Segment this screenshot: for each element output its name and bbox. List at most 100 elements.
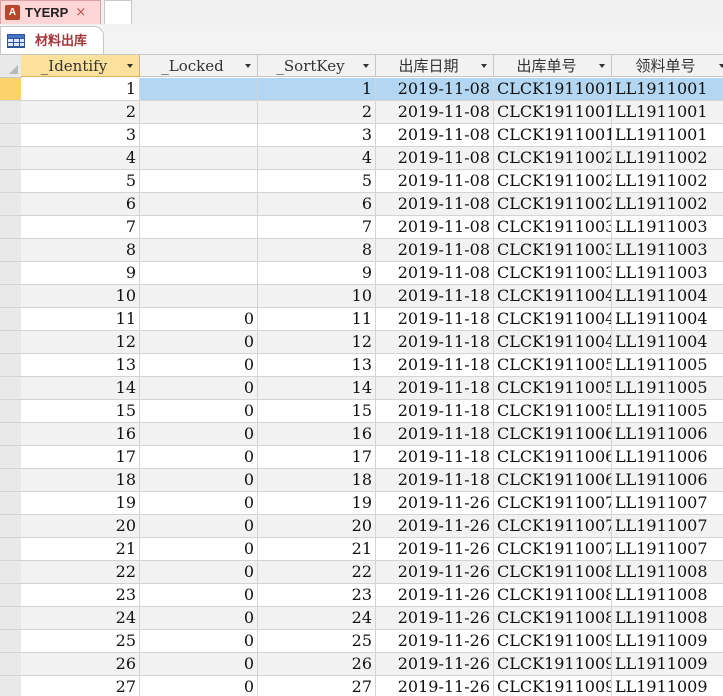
record-selector[interactable]	[0, 584, 22, 607]
table-cell[interactable]: 0	[140, 515, 258, 538]
table-cell[interactable]: 0	[140, 331, 258, 354]
table-cell[interactable]: LL1911006	[612, 423, 723, 446]
table-cell[interactable]: 5	[21, 170, 140, 193]
table-cell[interactable]: 15	[258, 400, 376, 423]
table-cell[interactable]: CLCK1911009	[494, 653, 612, 676]
table-cell[interactable]	[140, 170, 258, 193]
table-row[interactable]: 14 0 14 2019-11-18 CLCK1911005 LL1911005	[0, 377, 723, 400]
record-selector[interactable]	[0, 147, 22, 170]
table-cell[interactable]: CLCK1911007	[494, 538, 612, 561]
table-cell[interactable]: 2019-11-08	[376, 239, 494, 262]
table-cell[interactable]: 7	[258, 216, 376, 239]
table-cell[interactable]: 6	[21, 193, 140, 216]
table-cell[interactable]: 0	[140, 469, 258, 492]
table-row[interactable]: 18 0 18 2019-11-18 CLCK1911006 LL1911006	[0, 469, 723, 492]
record-selector[interactable]	[0, 515, 22, 538]
table-cell[interactable]: 2019-11-08	[376, 124, 494, 147]
table-cell[interactable]	[140, 101, 258, 124]
table-row[interactable]: 15 0 15 2019-11-18 CLCK1911005 LL1911005	[0, 400, 723, 423]
table-cell[interactable]: CLCK1911006	[494, 423, 612, 446]
table-cell[interactable]: 0	[140, 653, 258, 676]
filter-dropdown-icon[interactable]	[481, 64, 487, 68]
table-cell[interactable]: LL1911008	[612, 607, 723, 630]
table-cell[interactable]: LL1911001	[612, 78, 723, 101]
table-cell[interactable]: 17	[21, 446, 140, 469]
table-cell[interactable]: 20	[21, 515, 140, 538]
table-cell[interactable]: 27	[21, 676, 140, 696]
table-cell[interactable]: 23	[258, 584, 376, 607]
table-cell[interactable]: CLCK1911003	[494, 216, 612, 239]
table-cell[interactable]: 0	[140, 446, 258, 469]
table-cell[interactable]: 0	[140, 492, 258, 515]
table-row[interactable]: 25 0 25 2019-11-26 CLCK1911009 LL1911009	[0, 630, 723, 653]
table-row[interactable]: 17 0 17 2019-11-18 CLCK1911006 LL1911006	[0, 446, 723, 469]
table-row[interactable]: 10 10 2019-11-18 CLCK1911004 LL1911004	[0, 285, 723, 308]
table-cell[interactable]: CLCK1911002	[494, 193, 612, 216]
table-cell[interactable]: LL1911004	[612, 331, 723, 354]
table-cell[interactable]: 2019-11-18	[376, 331, 494, 354]
table-row[interactable]: 4 4 2019-11-08 CLCK1911002 LL1911002	[0, 147, 723, 170]
table-cell[interactable]: CLCK1911001	[494, 78, 612, 101]
table-cell[interactable]: CLCK1911009	[494, 676, 612, 696]
table-row[interactable]: 2 2 2019-11-08 CLCK1911001 LL1911001	[0, 101, 723, 124]
table-cell[interactable]: 23	[21, 584, 140, 607]
table-cell[interactable]: 5	[258, 170, 376, 193]
table-cell[interactable]: 0	[140, 676, 258, 696]
table-cell[interactable]: CLCK1911006	[494, 469, 612, 492]
table-row[interactable]: 9 9 2019-11-08 CLCK1911003 LL1911003	[0, 262, 723, 285]
table-cell[interactable]: 2019-11-26	[376, 676, 494, 696]
table-cell[interactable]: 26	[258, 653, 376, 676]
table-cell[interactable]: LL1911006	[612, 469, 723, 492]
table-cell[interactable]: LL1911007	[612, 515, 723, 538]
table-cell[interactable]: 18	[21, 469, 140, 492]
table-cell[interactable]: LL1911002	[612, 193, 723, 216]
table-cell[interactable]: LL1911005	[612, 354, 723, 377]
table-cell[interactable]	[140, 262, 258, 285]
table-cell[interactable]: 17	[258, 446, 376, 469]
table-row[interactable]: 27 0 27 2019-11-26 CLCK1911009 LL1911009	[0, 676, 723, 696]
table-row[interactable]: 8 8 2019-11-08 CLCK1911003 LL1911003	[0, 239, 723, 262]
table-cell[interactable]: CLCK1911001	[494, 124, 612, 147]
record-selector[interactable]	[0, 538, 22, 561]
datasheet-grid[interactable]: _Identify _Locked _SortKey 出库日期 出库单号 领料单号 112…	[0, 55, 723, 696]
table-cell[interactable]: 12	[21, 331, 140, 354]
table-cell[interactable]: 2019-11-18	[376, 423, 494, 446]
table-cell[interactable]: 18	[258, 469, 376, 492]
table-cell[interactable]: CLCK1911004	[494, 285, 612, 308]
table-cell[interactable]: 0	[140, 423, 258, 446]
record-selector[interactable]	[0, 446, 22, 469]
table-cell[interactable]: 2019-11-08	[376, 78, 494, 101]
table-cell[interactable]: 2019-11-18	[376, 400, 494, 423]
record-selector[interactable]	[0, 676, 22, 696]
table-cell[interactable]: 2019-11-08	[376, 170, 494, 193]
table-row[interactable]: 1 1 2019-11-08 CLCK1911001 LL1911001	[0, 78, 723, 101]
filter-dropdown-icon[interactable]	[245, 64, 251, 68]
table-cell[interactable]: 2019-11-18	[376, 446, 494, 469]
record-selector[interactable]	[0, 377, 22, 400]
table-cell[interactable]: LL1911009	[612, 676, 723, 696]
record-selector[interactable]	[0, 216, 22, 239]
table-cell[interactable]: CLCK1911008	[494, 607, 612, 630]
table-cell[interactable]: LL1911003	[612, 216, 723, 239]
table-cell[interactable]: LL1911003	[612, 262, 723, 285]
filter-dropdown-icon[interactable]	[599, 64, 605, 68]
doc-tab-blank[interactable]	[104, 0, 132, 24]
table-cell[interactable]: LL1911002	[612, 170, 723, 193]
table-row[interactable]: 3 3 2019-11-08 CLCK1911001 LL1911001	[0, 124, 723, 147]
table-cell[interactable]: 2019-11-26	[376, 492, 494, 515]
table-cell[interactable]: 0	[140, 607, 258, 630]
table-cell[interactable]: 2019-11-26	[376, 607, 494, 630]
table-cell[interactable]: LL1911007	[612, 492, 723, 515]
table-cell[interactable]: 0	[140, 377, 258, 400]
table-cell[interactable]: CLCK1911002	[494, 147, 612, 170]
table-cell[interactable]: CLCK1911008	[494, 584, 612, 607]
table-cell[interactable]: 2019-11-18	[376, 377, 494, 400]
table-cell[interactable]: CLCK1911008	[494, 561, 612, 584]
table-cell[interactable]: 2019-11-26	[376, 584, 494, 607]
table-cell[interactable]: LL1911005	[612, 377, 723, 400]
table-cell[interactable]: LL1911001	[612, 101, 723, 124]
table-cell[interactable]: LL1911009	[612, 653, 723, 676]
table-row[interactable]: 6 6 2019-11-08 CLCK1911002 LL1911002	[0, 193, 723, 216]
table-cell[interactable]: 14	[258, 377, 376, 400]
table-cell[interactable]: CLCK1911004	[494, 308, 612, 331]
